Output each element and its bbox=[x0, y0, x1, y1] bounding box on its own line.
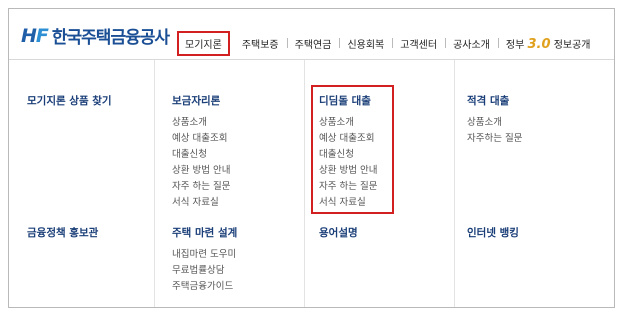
menu-internet-banking[interactable]: 인터넷 뱅킹 bbox=[467, 225, 519, 240]
menu-mortgage-product-finder[interactable]: 모기지론 상품 찾기 bbox=[27, 93, 112, 108]
menu-didimdol-loan[interactable]: 디딤돌 대출 bbox=[319, 93, 371, 108]
submenu-item[interactable]: 상환 방법 안내 bbox=[319, 163, 377, 179]
submenu-item[interactable]: 자주 하는 질문 bbox=[172, 179, 230, 195]
column-divider bbox=[154, 60, 155, 307]
didimdol-submenu: 상품소개 예상 대출조회 대출신청 상환 방법 안내 자주 하는 질문 서식 자… bbox=[319, 115, 377, 211]
mega-menu-panel: HF 한국주택금융공사 모기지론 주택보증 주택연금 신용회복 고객센터 공사소… bbox=[8, 8, 615, 308]
submenu-item[interactable]: 주택금융가이드 bbox=[172, 279, 236, 295]
nav-about[interactable]: 공사소개 bbox=[445, 36, 498, 51]
nav-gov3-disclosure[interactable]: 정부 3.0 정보공개 bbox=[497, 36, 599, 52]
menu-finance-policy-pr[interactable]: 금융정책 홍보관 bbox=[27, 225, 98, 240]
submenu-item[interactable]: 자주하는 질문 bbox=[467, 131, 522, 147]
home-planning-submenu: 내집마련 도우미 무료법률상담 주택금융가이드 bbox=[172, 247, 236, 295]
menu-glossary[interactable]: 용어설명 bbox=[319, 225, 358, 240]
nav-reverse-mortgage[interactable]: 주택연금 bbox=[286, 36, 340, 51]
hf-logo-icon: HF bbox=[21, 24, 49, 47]
submenu-item[interactable]: 상품소개 bbox=[319, 115, 377, 131]
nav-housing-guarantee[interactable]: 주택보증 bbox=[234, 36, 287, 51]
gov3-prefix: 정부 bbox=[505, 39, 525, 51]
site-header: HF 한국주택금융공사 모기지론 주택보증 주택연금 신용회복 고객센터 공사소… bbox=[9, 9, 614, 60]
menu-qualified-loan[interactable]: 적격 대출 bbox=[467, 93, 509, 108]
submenu-item[interactable]: 서식 자료실 bbox=[172, 195, 230, 211]
nav-credit-recovery[interactable]: 신용회복 bbox=[339, 36, 392, 51]
bogeumjari-submenu: 상품소개 예상 대출조회 대출신청 상환 방법 안내 자주 하는 질문 서식 자… bbox=[172, 115, 230, 211]
logo-text: 한국주택금융공사 bbox=[51, 28, 170, 48]
submenu-item[interactable]: 예상 대출조회 bbox=[172, 131, 230, 147]
submenu-item[interactable]: 자주 하는 질문 bbox=[319, 179, 377, 195]
submenu-item[interactable]: 대출신청 bbox=[319, 147, 377, 163]
submenu-item[interactable]: 상품소개 bbox=[172, 115, 230, 131]
qualified-loan-submenu: 상품소개 자주하는 질문 bbox=[467, 115, 522, 147]
gov3-icon: 3.0 bbox=[527, 36, 551, 52]
nav-mortgage[interactable]: 모기지론 bbox=[177, 31, 230, 56]
submenu-item[interactable]: 상품소개 bbox=[467, 115, 522, 131]
menu-home-planning[interactable]: 주택 마련 설계 bbox=[172, 225, 237, 240]
submenu-item[interactable]: 예상 대출조회 bbox=[319, 131, 377, 147]
column-divider bbox=[454, 60, 455, 307]
menu-bogeumjari-loan[interactable]: 보금자리론 bbox=[172, 93, 220, 108]
column-divider bbox=[304, 60, 305, 307]
submenu-item[interactable]: 서식 자료실 bbox=[319, 195, 377, 211]
nav-customer-center[interactable]: 고객센터 bbox=[392, 36, 445, 51]
site-logo[interactable]: HF 한국주택금융공사 bbox=[21, 23, 170, 49]
submenu-item[interactable]: 상환 방법 안내 bbox=[172, 163, 230, 179]
gov3-suffix: 정보공개 bbox=[553, 39, 591, 51]
submenu-item[interactable]: 무료법률상담 bbox=[172, 263, 236, 279]
submenu-item[interactable]: 대출신청 bbox=[172, 147, 230, 163]
main-nav: 모기지론 주택보증 주택연금 신용회복 고객센터 공사소개 정부 3.0 정보공… bbox=[177, 31, 599, 56]
submenu-item[interactable]: 내집마련 도우미 bbox=[172, 247, 236, 263]
